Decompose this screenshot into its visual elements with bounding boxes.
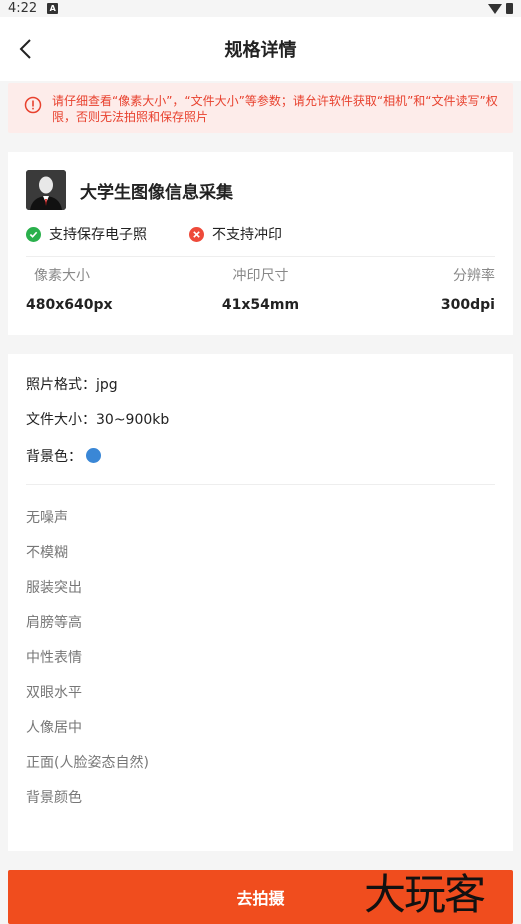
spec-label: 分辨率 xyxy=(452,268,495,284)
spec-value: 41x54mm xyxy=(221,297,300,313)
page-title: 规格详情 xyxy=(224,40,297,61)
requirements-list: 无噪声 不模糊 服装突出 肩膀等高 中性表情 双眼水平 人像居中 正面(人脸姿态… xyxy=(26,507,495,822)
requirement-item: 不模糊 xyxy=(26,545,68,561)
support-print-label: 不支持冲印 xyxy=(212,227,282,243)
check-circle-icon xyxy=(26,226,41,242)
notification-icon: A xyxy=(47,3,59,14)
support-save: 支持保存电子照 xyxy=(26,224,147,244)
requirement-item: 中性表情 xyxy=(26,650,82,666)
spec-pixel: 像素大小 480x640px xyxy=(26,265,182,313)
details-card: 照片格式：jpg 文件大小：30~900kb 背景色： 无噪声 不模糊 服装突出… xyxy=(8,354,513,851)
status-bar: 4:22 A xyxy=(0,0,521,17)
requirement-item: 服装突出 xyxy=(26,580,82,596)
spec-value: 480x640px xyxy=(26,297,113,313)
person-icon xyxy=(26,170,66,210)
requirement-item: 无噪声 xyxy=(26,510,68,526)
spec-label: 冲印尺寸 xyxy=(232,268,289,284)
background-color-swatch xyxy=(86,448,101,463)
requirement-item: 人像居中 xyxy=(26,720,82,736)
support-save-label: 支持保存电子照 xyxy=(49,227,147,243)
spec-resolution: 分辨率 300dpi xyxy=(339,265,495,313)
alert-icon xyxy=(24,96,42,114)
wifi-icon xyxy=(488,3,502,14)
nav-bar: 规格详情 xyxy=(0,17,521,81)
requirement-item: 双眼水平 xyxy=(26,685,82,701)
requirement-item: 正面(人脸姿态自然) xyxy=(26,755,149,771)
chevron-left-icon xyxy=(19,39,31,59)
spec-value: 300dpi xyxy=(440,297,495,313)
background-label: 背景色： xyxy=(26,448,82,465)
photo-format: 照片格式：jpg xyxy=(26,377,118,393)
spec-grid: 像素大小 480x640px 冲印尺寸 41x54mm 分辨率 300dpi xyxy=(26,265,495,313)
status-time: 4:22 xyxy=(8,1,38,16)
background-color-row: 背景色： xyxy=(26,437,495,474)
support-print: 不支持冲印 xyxy=(189,224,282,244)
battery-icon xyxy=(506,3,513,14)
file-size: 文件大小：30~900kb xyxy=(26,411,170,428)
requirement-item: 肩膀等高 xyxy=(26,615,82,631)
divider xyxy=(26,484,495,485)
watermark-logo: 大玩客 xyxy=(364,870,486,919)
warning-text: 请仔细查看“像素大小”，“文件大小”等参数；请允许软件获取“相机”和“文件读写”… xyxy=(52,94,498,124)
back-button[interactable] xyxy=(12,35,40,63)
requirement-item: 背景颜色 xyxy=(26,790,82,806)
spec-name: 大学生图像信息采集 xyxy=(80,182,233,203)
spec-card: 大学生图像信息采集 支持保存电子照 不支持冲印 像素大小 480x640px 冲… xyxy=(8,152,513,335)
id-photo-avatar xyxy=(26,170,66,210)
x-circle-icon xyxy=(189,226,204,242)
spec-print-size: 冲印尺寸 41x54mm xyxy=(182,265,338,313)
spec-label: 像素大小 xyxy=(34,268,90,284)
permission-warning: 请仔细查看“像素大小”，“文件大小”等参数；请允许软件获取“相机”和“文件读写”… xyxy=(8,83,513,133)
